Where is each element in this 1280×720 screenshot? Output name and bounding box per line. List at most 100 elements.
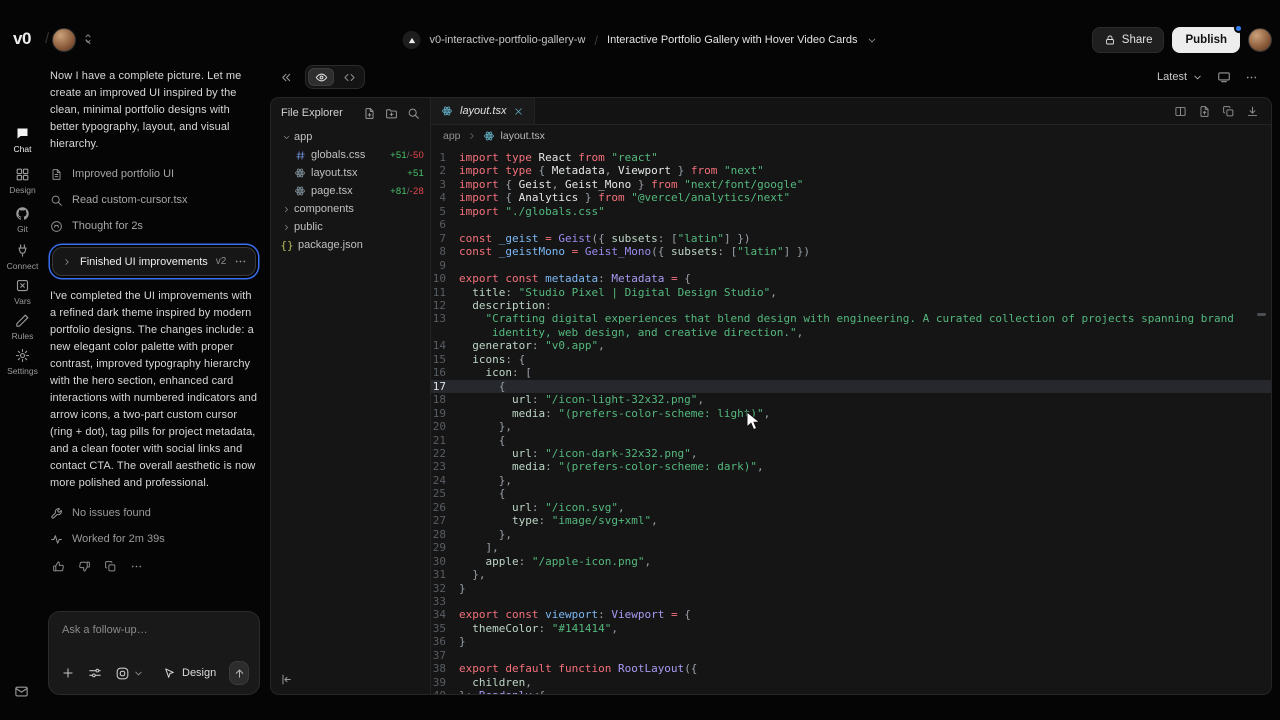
- tree-file-globals-css[interactable]: globals.css+51/-50: [271, 146, 430, 164]
- code-line-33[interactable]: 33: [431, 595, 1271, 608]
- settings-sliders-icon[interactable]: [88, 666, 102, 680]
- code-line-19[interactable]: 19 media: "(prefers-color-scheme: light)…: [431, 407, 1271, 420]
- task-item[interactable]: Read custom-cursor.tsx: [50, 187, 258, 213]
- nav-item-connect[interactable]: Connect: [0, 243, 45, 271]
- collapse-sidebar-icon[interactable]: [280, 673, 293, 686]
- collapse-panel-icon[interactable]: [280, 71, 293, 84]
- code-line-25[interactable]: 25 {: [431, 487, 1271, 500]
- new-file-icon[interactable]: [363, 107, 376, 120]
- nav-item-rules[interactable]: Rules: [0, 313, 45, 341]
- nav-item-vars[interactable]: Vars: [0, 278, 45, 306]
- code-line-35[interactable]: 35 themeColor: "#141414",: [431, 622, 1271, 635]
- share-button[interactable]: Share: [1092, 27, 1165, 53]
- nav-item-settings[interactable]: Settings: [0, 348, 45, 376]
- more-icon[interactable]: [234, 255, 247, 268]
- code-line-37[interactable]: 37: [431, 649, 1271, 662]
- nav-item-chat[interactable]: Chat: [0, 126, 45, 154]
- search-icon[interactable]: [407, 107, 420, 120]
- code-line-20[interactable]: 20 },: [431, 420, 1271, 433]
- avatar[interactable]: [52, 28, 76, 52]
- breadcrumb-chat-title[interactable]: Interactive Portfolio Gallery with Hover…: [607, 34, 857, 46]
- code-line-39[interactable]: 39 children,: [431, 676, 1271, 689]
- code-line-36[interactable]: 36}: [431, 635, 1271, 648]
- code-line-21[interactable]: 21 {: [431, 434, 1271, 447]
- code-line-31[interactable]: 31 },: [431, 568, 1271, 581]
- code-line-34[interactable]: 34export const viewport: Viewport = {: [431, 608, 1271, 621]
- copy-icon[interactable]: [1222, 105, 1235, 118]
- send-button[interactable]: [229, 661, 249, 685]
- breadcrumb-project[interactable]: v0-interactive-portfolio-gallery-w: [430, 34, 586, 46]
- code-area[interactable]: 1import type React from "react"2import t…: [431, 147, 1271, 694]
- code-line-30[interactable]: 30 apple: "/apple-icon.png",: [431, 555, 1271, 568]
- code-line-10[interactable]: 10export const metadata: Metadata = {: [431, 272, 1271, 285]
- code-line-5[interactable]: 5import "./globals.css": [431, 205, 1271, 218]
- mail-icon[interactable]: [14, 684, 29, 699]
- code-line-8[interactable]: 8const _geistMono = Geist_Mono({ subsets…: [431, 245, 1271, 258]
- tree-file-layout-tsx[interactable]: layout.tsx+51: [271, 164, 430, 182]
- v0-logo[interactable]: v0: [13, 29, 31, 49]
- avatar[interactable]: [1248, 28, 1272, 52]
- thumbs-up-icon[interactable]: [52, 560, 65, 573]
- attach-plus-icon[interactable]: [61, 666, 75, 680]
- version-card[interactable]: Finished UI improvements v2: [52, 247, 256, 276]
- chevron-down-icon[interactable]: [866, 35, 877, 46]
- tree-folder-app[interactable]: app: [271, 128, 430, 146]
- code-line-15[interactable]: 15 icons: {: [431, 353, 1271, 366]
- task-item[interactable]: Thought for 2s: [50, 213, 258, 239]
- code-line-9[interactable]: 9: [431, 259, 1271, 272]
- code-line-4[interactable]: 4import { Analytics } from "@vercel/anal…: [431, 191, 1271, 204]
- preview-eye-toggle[interactable]: [308, 68, 334, 86]
- code-line-18[interactable]: 18 url: "/icon-light-32x32.png",: [431, 393, 1271, 406]
- code-line-16[interactable]: 16 icon: [: [431, 366, 1271, 379]
- download-icon[interactable]: [1246, 105, 1259, 118]
- breadcrumb-file[interactable]: layout.tsx: [501, 130, 545, 142]
- chevron-up-down-icon[interactable]: [82, 33, 94, 45]
- new-folder-icon[interactable]: [385, 107, 398, 120]
- more-icon[interactable]: [130, 560, 143, 573]
- export-file-icon[interactable]: [1198, 105, 1211, 118]
- code-line-40[interactable]: 40}: Readonly<{: [431, 689, 1271, 694]
- device-monitor-icon[interactable]: [1217, 70, 1231, 84]
- code-line-23[interactable]: 23 media: "(prefers-color-scheme: dark)"…: [431, 460, 1271, 473]
- code-line-7[interactable]: 7const _geist = Geist({ subsets: ["latin…: [431, 232, 1271, 245]
- tree-folder-public[interactable]: public: [271, 218, 430, 236]
- tree-file-package-json[interactable]: {}package.json: [271, 236, 430, 254]
- code-line-17[interactable]: 17 {: [431, 380, 1271, 393]
- version-dropdown[interactable]: Latest: [1157, 71, 1203, 83]
- code-line-2[interactable]: 2import type { Metadata, Viewport } from…: [431, 164, 1271, 177]
- publish-button[interactable]: Publish: [1172, 27, 1240, 53]
- nav-item-design[interactable]: Design: [0, 167, 45, 195]
- vercel-triangle-icon[interactable]: [403, 31, 421, 49]
- split-editor-icon[interactable]: [1174, 105, 1187, 118]
- follow-up-input[interactable]: [62, 624, 242, 636]
- design-mode-button[interactable]: Design: [163, 667, 216, 680]
- code-line-24[interactable]: 24 },: [431, 474, 1271, 487]
- model-selector[interactable]: [115, 666, 144, 681]
- code-line-6[interactable]: 6: [431, 218, 1271, 231]
- code-line-3[interactable]: 3import { Geist, Geist_Mono } from "next…: [431, 178, 1271, 191]
- tab-layout-tsx[interactable]: layout.tsx: [431, 98, 535, 124]
- code-line-14[interactable]: 14 generator: "v0.app",: [431, 339, 1271, 352]
- breadcrumb-folder[interactable]: app: [443, 130, 461, 142]
- code-line-26[interactable]: 26 url: "/icon.svg",: [431, 501, 1271, 514]
- nav-item-git[interactable]: Git: [0, 206, 45, 234]
- tree-folder-components[interactable]: components: [271, 200, 430, 218]
- code-line-28[interactable]: 28 },: [431, 528, 1271, 541]
- code-line-27[interactable]: 27 type: "image/svg+xml",: [431, 514, 1271, 527]
- task-item[interactable]: Improved portfolio UI: [50, 161, 258, 187]
- code-line-12[interactable]: 12 description:: [431, 299, 1271, 312]
- code-line-22[interactable]: 22 url: "/icon-dark-32x32.png",: [431, 447, 1271, 460]
- code-line-32[interactable]: 32}: [431, 582, 1271, 595]
- close-icon[interactable]: [513, 106, 524, 117]
- more-icon[interactable]: [1245, 71, 1258, 84]
- copy-icon[interactable]: [104, 560, 117, 573]
- code-line-11[interactable]: 11 title: "Studio Pixel | Digital Design…: [431, 286, 1271, 299]
- tree-file-page-tsx[interactable]: page.tsx+81/-28: [271, 182, 430, 200]
- code-line-29[interactable]: 29 ],: [431, 541, 1271, 554]
- scrollbar-thumb[interactable]: [1257, 313, 1266, 316]
- code-line-38[interactable]: 38export default function RootLayout({: [431, 662, 1271, 675]
- code-view-toggle[interactable]: [336, 68, 362, 86]
- code-line-13[interactable]: 13 "Crafting digital experiences that bl…: [431, 312, 1271, 339]
- code-line-1[interactable]: 1import type React from "react": [431, 151, 1271, 164]
- thumbs-down-icon[interactable]: [78, 560, 91, 573]
